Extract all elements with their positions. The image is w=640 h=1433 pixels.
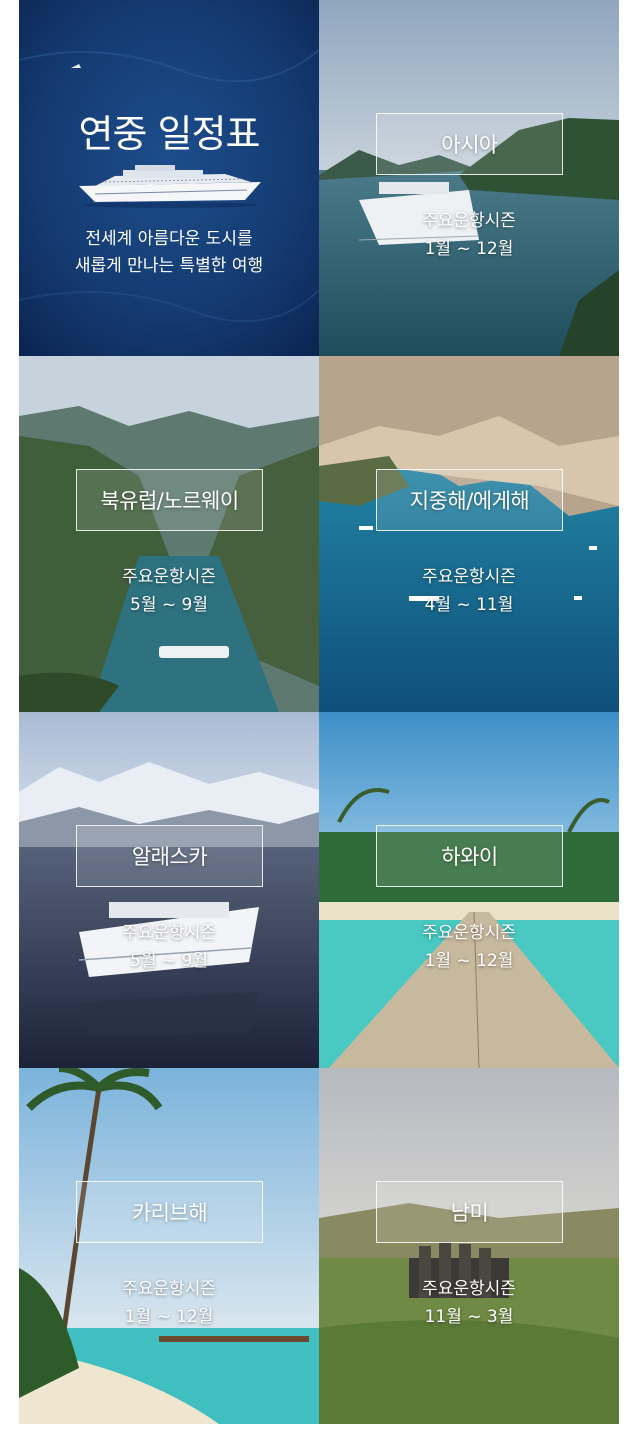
- region-label-asia[interactable]: 아시아: [376, 113, 563, 175]
- season-info-hawaii: 주요운항시즌 1월 ~ 12월: [422, 923, 516, 971]
- season-info-northern-europe: 주요운항시즌 5월 ~ 9월: [122, 567, 216, 615]
- intro-tile: 연중 일정표 전세계 아름다운 도시를 새롭게 만나는 특별한 여행: [19, 0, 319, 356]
- region-tile-asia[interactable]: 아시아 주요운항시즌 1월 ~ 12월: [319, 0, 619, 356]
- region-label-northern-europe[interactable]: 북유럽/노르웨이: [76, 469, 263, 531]
- season-info-mediterranean: 주요운항시즌 4월 ~ 11월: [422, 567, 516, 615]
- region-tile-alaska[interactable]: 알래스카 주요운항시즌 5월 ~ 9월: [19, 712, 319, 1068]
- region-tile-south-america[interactable]: 남미 주요운항시즌 11월 ~ 3월: [319, 1068, 619, 1424]
- south-america-photo: [319, 1068, 619, 1424]
- region-tile-northern-europe[interactable]: 북유럽/노르웨이 주요운항시즌 5월 ~ 9월: [19, 356, 319, 712]
- caribbean-photo: [19, 1068, 319, 1424]
- region-label-caribbean[interactable]: 카리브해: [76, 1181, 263, 1243]
- fjord-photo: [19, 356, 319, 712]
- region-label-mediterranean[interactable]: 지중해/에게해: [376, 469, 563, 531]
- page-title: 연중 일정표: [78, 112, 261, 156]
- asia-photo: [319, 0, 619, 356]
- cruise-ship-icon: [79, 165, 261, 208]
- alaska-photo: [19, 712, 319, 1068]
- season-info-south-america: 주요운항시즌 11월 ~ 3월: [422, 1279, 516, 1327]
- season-info-caribbean: 주요운항시즌 1월 ~ 12월: [122, 1279, 216, 1327]
- region-label-south-america[interactable]: 남미: [376, 1181, 563, 1243]
- season-info-alaska: 주요운항시즌 5월 ~ 9월: [122, 923, 216, 971]
- region-tile-caribbean[interactable]: 카리브해 주요운항시즌 1월 ~ 12월: [19, 1068, 319, 1424]
- region-label-alaska[interactable]: 알래스카: [76, 825, 263, 887]
- region-tile-hawaii[interactable]: 하와이 주요운항시즌 1월 ~ 12월: [319, 712, 619, 1068]
- region-tile-mediterranean[interactable]: 지중해/에게해 주요운항시즌 4월 ~ 11월: [319, 356, 619, 712]
- intro-description: 전세계 아름다운 도시를 새롭게 만나는 특별한 여행: [74, 229, 264, 276]
- schedule-grid: 연중 일정표 전세계 아름다운 도시를 새롭게 만나는 특별한 여행 아시아 주…: [19, 0, 619, 1424]
- mediterranean-photo: [319, 356, 619, 712]
- season-info-asia: 주요운항시즌 1월 ~ 12월: [422, 211, 516, 259]
- region-label-hawaii[interactable]: 하와이: [376, 825, 563, 887]
- hawaii-photo: [319, 712, 619, 1068]
